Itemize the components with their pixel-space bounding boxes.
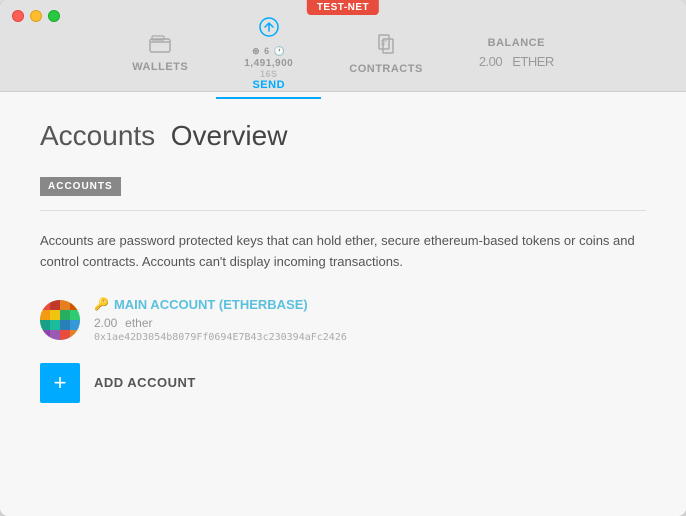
- page-title-part2: Overview: [171, 120, 288, 151]
- divider: [40, 210, 646, 211]
- key-icon: 🔑: [94, 297, 109, 311]
- peers-count: 6: [264, 46, 270, 57]
- main-content: Accounts Overview ACCOUNTS Accounts are …: [0, 92, 686, 516]
- plus-icon: +: [54, 370, 67, 396]
- balance-label: BALANCE: [488, 37, 545, 49]
- tab-contracts[interactable]: CONTRACTS: [321, 27, 451, 83]
- add-btn-square: +: [40, 363, 80, 403]
- minimize-button[interactable]: [30, 10, 42, 22]
- contracts-icon: [375, 33, 397, 61]
- balance-value: 2.00 ETHER: [479, 49, 554, 72]
- account-name[interactable]: 🔑 MAIN ACCOUNT (ETHERBASE): [94, 297, 347, 312]
- avatar-mosaic: [40, 300, 80, 340]
- account-name-text: MAIN ACCOUNT (ETHERBASE): [114, 297, 308, 312]
- clock-icon: 🕐: [274, 46, 286, 57]
- account-address: 0x1ae42D3054b8079Ff0694E7B43c230394aFc24…: [94, 332, 347, 343]
- contracts-label: CONTRACTS: [349, 63, 423, 75]
- close-button[interactable]: [12, 10, 24, 22]
- add-account-label: ADD ACCOUNT: [94, 375, 196, 390]
- description-text: Accounts are password protected keys tha…: [40, 231, 646, 273]
- page-title: Accounts Overview: [40, 120, 646, 152]
- section-header: ACCOUNTS: [40, 177, 121, 196]
- network-stats: ⊛ 6 🕐: [252, 46, 285, 57]
- block-number: 1,491,900: [244, 58, 293, 69]
- page-title-part1: Accounts: [40, 120, 155, 151]
- sync-time: 16s: [260, 69, 278, 79]
- send-icon: [258, 16, 280, 44]
- wallet-icon: [149, 35, 171, 59]
- tab-send[interactable]: ⊛ 6 🕐 1,491,900 16s SEND: [216, 10, 321, 99]
- balance-section: BALANCE 2.00 ETHER: [451, 31, 582, 78]
- tab-wallets[interactable]: WALLETS: [104, 29, 216, 81]
- send-label: SEND: [252, 79, 285, 91]
- maximize-button[interactable]: [48, 10, 60, 22]
- peers-icon: ⊛: [252, 46, 260, 57]
- account-balance-value: 2.00: [94, 316, 117, 330]
- wallets-label: WALLETS: [132, 61, 188, 73]
- account-info: 🔑 MAIN ACCOUNT (ETHERBASE) 2.00 ether 0x…: [94, 297, 347, 343]
- account-item: 🔑 MAIN ACCOUNT (ETHERBASE) 2.00 ether 0x…: [40, 297, 646, 343]
- balance-unit: ETHER: [512, 54, 554, 69]
- account-balance: 2.00 ether: [94, 314, 347, 330]
- avatar: [40, 300, 80, 340]
- account-balance-unit: ether: [125, 316, 152, 330]
- add-account-button[interactable]: + ADD ACCOUNT: [40, 363, 646, 403]
- app-window: TEST-NET WALLETS: [0, 0, 686, 516]
- title-bar: TEST-NET WALLETS: [0, 0, 686, 92]
- traffic-lights: [0, 0, 72, 22]
- balance-number: 2.00: [479, 54, 502, 69]
